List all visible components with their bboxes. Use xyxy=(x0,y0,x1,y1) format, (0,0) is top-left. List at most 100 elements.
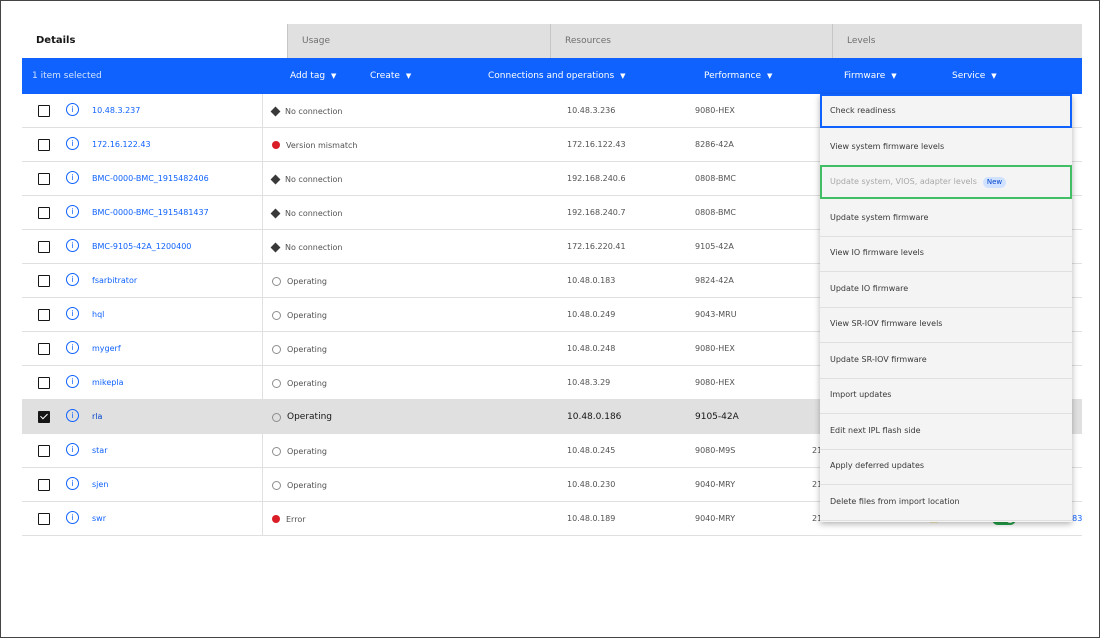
disconnected-icon xyxy=(270,208,281,218)
ip-address: 172.16.122.43 xyxy=(567,140,626,149)
operating-icon xyxy=(272,378,281,388)
status-cell: Operating xyxy=(272,298,327,332)
tab-levels[interactable]: Levels xyxy=(832,24,1082,58)
operating-icon xyxy=(272,276,281,286)
add-tag-menu-button[interactable]: Add tag ▼ xyxy=(290,58,336,94)
error-icon xyxy=(272,141,280,149)
info-icon[interactable]: i xyxy=(66,239,79,252)
row-checkbox[interactable] xyxy=(38,445,50,457)
firmware-menu-button[interactable]: Firmware ▼ xyxy=(844,58,897,94)
info-icon[interactable]: i xyxy=(66,341,79,354)
info-icon[interactable]: i xyxy=(66,511,79,524)
menu-item-label: Check readiness xyxy=(830,106,896,115)
status-cell: Operating xyxy=(272,434,327,468)
row-checkbox[interactable] xyxy=(38,207,50,219)
status-cell: Operating xyxy=(272,264,327,298)
row-checkbox[interactable] xyxy=(38,241,50,253)
info-icon[interactable]: i xyxy=(66,137,79,150)
info-icon[interactable]: i xyxy=(66,171,79,184)
menu-item[interactable]: Edit next IPL flash side xyxy=(820,414,1072,450)
row-checkbox[interactable] xyxy=(38,173,50,185)
column-divider xyxy=(262,298,263,332)
performance-menu-button[interactable]: Performance ▼ xyxy=(704,58,772,94)
system-name-link[interactable]: swr xyxy=(92,502,262,536)
firmware-dropdown-menu: Check readiness View system firmware leve… xyxy=(820,94,1072,522)
machine-type-model: 0808-BMC xyxy=(695,208,736,217)
system-name-link[interactable]: fsarbitrator xyxy=(92,264,262,298)
system-name-link[interactable]: mikepla xyxy=(92,366,262,400)
menu-item[interactable]: Check readiness xyxy=(820,94,1072,128)
row-checkbox[interactable] xyxy=(38,309,50,321)
system-name-link[interactable]: hql xyxy=(92,298,262,332)
info-icon[interactable]: i xyxy=(66,205,79,218)
status-cell: Version mismatch xyxy=(272,128,357,162)
menu-item[interactable]: Import updates xyxy=(820,378,1072,414)
menu-item[interactable]: View system firmware levels xyxy=(820,130,1072,166)
menu-item[interactable]: View IO firmware levels xyxy=(820,236,1072,272)
info-icon[interactable]: i xyxy=(66,307,79,320)
status-text: No connection xyxy=(285,106,343,116)
chevron-down-icon: ▼ xyxy=(620,72,626,80)
info-icon[interactable]: i xyxy=(66,273,79,286)
menu-item[interactable]: View SR-IOV firmware levels xyxy=(820,307,1072,343)
row-checkbox[interactable] xyxy=(38,343,50,355)
operating-icon xyxy=(272,446,281,456)
create-menu-button[interactable]: Create ▼ xyxy=(370,58,411,94)
system-name-link[interactable]: BMC-0000-BMC_1915482406 xyxy=(92,162,262,196)
service-menu-button[interactable]: Service ▼ xyxy=(952,58,997,94)
system-name-link[interactable]: 10.48.3.237 xyxy=(92,94,262,128)
status-cell: Operating xyxy=(272,366,327,400)
info-icon[interactable]: i xyxy=(66,443,79,456)
machine-type-model: 9080-HEX xyxy=(695,106,735,115)
menu-item[interactable]: Update system, VIOS, adapter levels New xyxy=(820,165,1072,199)
row-checkbox[interactable] xyxy=(38,139,50,151)
ip-address: 192.168.240.7 xyxy=(567,208,626,217)
connections-operations-menu-button[interactable]: Connections and operations ▼ xyxy=(488,58,626,94)
menu-item[interactable]: Update SR-IOV firmware xyxy=(820,343,1072,379)
ip-address: 172.16.220.41 xyxy=(567,242,626,251)
menu-item[interactable]: Update IO firmware xyxy=(820,272,1072,308)
row-checkbox[interactable] xyxy=(38,479,50,491)
new-badge: New xyxy=(982,177,1007,188)
menu-item-label: View system firmware levels xyxy=(830,142,945,151)
row-checkbox[interactable] xyxy=(38,105,50,117)
machine-type-model: 9080-HEX xyxy=(695,344,735,353)
system-name-link[interactable]: 172.16.122.43 xyxy=(92,128,262,162)
system-name-link[interactable]: star xyxy=(92,434,262,468)
row-checkbox[interactable] xyxy=(38,411,50,423)
ip-address: 10.48.0.230 xyxy=(567,480,616,489)
ip-address: 10.48.3.29 xyxy=(567,378,611,387)
chevron-down-icon: ▼ xyxy=(331,72,337,80)
status-cell: No connection xyxy=(270,162,343,196)
tab-details[interactable]: Details xyxy=(22,24,287,58)
system-name-link[interactable]: BMC-9105-42A_1200400 xyxy=(92,230,262,264)
system-name-link[interactable]: mygerf xyxy=(92,332,262,366)
menu-item[interactable]: Delete files from import location xyxy=(820,485,1072,521)
info-icon[interactable]: i xyxy=(66,103,79,116)
row-checkbox[interactable] xyxy=(38,377,50,389)
column-divider xyxy=(262,400,263,434)
info-icon[interactable]: i xyxy=(66,477,79,490)
chevron-down-icon: ▼ xyxy=(405,72,412,80)
machine-type-model: 8286-42A xyxy=(695,140,734,149)
tab-resources[interactable]: Resources xyxy=(550,24,832,58)
row-checkbox[interactable] xyxy=(38,275,50,287)
system-name-link[interactable]: rla xyxy=(92,400,262,434)
ip-address: 10.48.0.245 xyxy=(567,446,616,455)
system-name-link[interactable]: sjen xyxy=(92,468,262,502)
status-text: No connection xyxy=(285,208,343,218)
row-checkbox[interactable] xyxy=(38,513,50,525)
menu-item-label: Delete files from import location xyxy=(830,497,960,506)
menu-item[interactable]: Update system firmware xyxy=(820,201,1072,237)
ip-address: 10.48.0.189 xyxy=(567,514,616,523)
tab-usage[interactable]: Usage xyxy=(287,24,550,58)
system-name-link[interactable]: BMC-0000-BMC_1915481437 xyxy=(92,196,262,230)
status-text: Operating xyxy=(287,310,327,320)
chevron-down-icon: ▼ xyxy=(767,72,773,80)
info-icon[interactable]: i xyxy=(66,375,79,388)
status-text: Operating xyxy=(287,344,327,354)
selection-count: 1 item selected xyxy=(32,71,102,81)
status-text: Operating xyxy=(287,412,332,422)
menu-item[interactable]: Apply deferred updates xyxy=(820,449,1072,485)
info-icon[interactable]: i xyxy=(66,409,79,422)
